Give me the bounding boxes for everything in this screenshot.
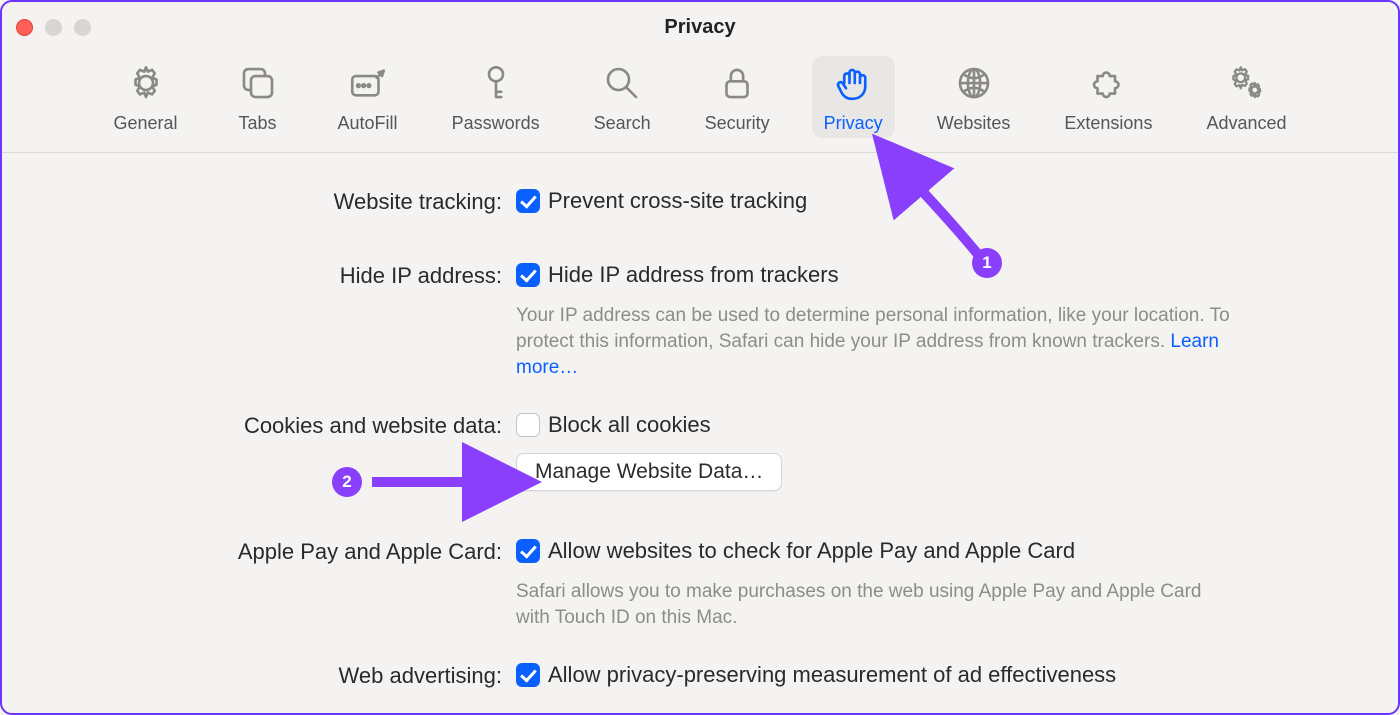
tab-extensions[interactable]: Extensions: [1052, 56, 1164, 138]
window-zoom-button[interactable]: [74, 19, 91, 36]
search-icon: [600, 62, 644, 109]
key-icon: [474, 62, 518, 109]
checkbox-label: Hide IP address from trackers: [548, 261, 839, 289]
apple-pay-description: Safari allows you to make purchases on t…: [516, 579, 1236, 631]
checkbox-apple-pay[interactable]: [516, 539, 540, 563]
tab-label: AutoFill: [338, 113, 398, 134]
label-website-tracking: Website tracking:: [82, 187, 502, 215]
tab-privacy[interactable]: Privacy: [812, 56, 895, 138]
label-apple-pay: Apple Pay and Apple Card:: [82, 537, 502, 565]
checkbox-label: Allow websites to check for Apple Pay an…: [548, 537, 1075, 565]
annotation-badge-1: 1: [972, 248, 1002, 278]
checkbox-block-all-cookies[interactable]: [516, 413, 540, 437]
label-cookies: Cookies and website data:: [82, 411, 502, 439]
globe-icon: [952, 62, 996, 109]
tab-label: Security: [705, 113, 770, 134]
preferences-toolbar: General Tabs AutoFill Passwords: [2, 52, 1398, 153]
hide-ip-description: Your IP address can be used to determine…: [516, 303, 1236, 381]
tab-tabs[interactable]: Tabs: [220, 56, 296, 138]
tab-label: Passwords: [452, 113, 540, 134]
traffic-lights: [16, 19, 91, 36]
checkbox-label: Block all cookies: [548, 411, 711, 439]
label-web-advertising: Web advertising:: [82, 661, 502, 689]
tab-security[interactable]: Security: [693, 56, 782, 138]
manage-website-data-button[interactable]: Manage Website Data…: [516, 453, 782, 491]
tab-autofill[interactable]: AutoFill: [326, 56, 410, 138]
tab-label: Advanced: [1206, 113, 1286, 134]
tab-label: Tabs: [239, 113, 277, 134]
window-title: Privacy: [2, 16, 1398, 39]
privacy-pane: Website tracking: Prevent cross-site tra…: [2, 153, 1398, 689]
titlebar: Privacy: [2, 2, 1398, 52]
gear-icon: [124, 62, 168, 109]
tab-label: Search: [594, 113, 651, 134]
tab-general[interactable]: General: [101, 56, 189, 138]
lock-icon: [715, 62, 759, 109]
label-hide-ip: Hide IP address:: [82, 261, 502, 289]
tabs-icon: [236, 62, 280, 109]
window-minimize-button[interactable]: [45, 19, 62, 36]
checkbox-hide-ip-address[interactable]: [516, 263, 540, 287]
gears-icon: [1224, 62, 1268, 109]
tab-label: Extensions: [1064, 113, 1152, 134]
tab-label: General: [113, 113, 177, 134]
puzzle-icon: [1086, 62, 1130, 109]
checkbox-label: Prevent cross-site tracking: [548, 187, 807, 215]
checkbox-prevent-cross-site-tracking[interactable]: [516, 189, 540, 213]
tab-label: Privacy: [824, 113, 883, 134]
hand-icon: [831, 62, 875, 109]
tab-passwords[interactable]: Passwords: [440, 56, 552, 138]
annotation-badge-2: 2: [332, 467, 362, 497]
tab-advanced[interactable]: Advanced: [1194, 56, 1298, 138]
window-close-button[interactable]: [16, 19, 33, 36]
tab-search[interactable]: Search: [582, 56, 663, 138]
checkbox-web-advertising[interactable]: [516, 663, 540, 687]
tab-websites[interactable]: Websites: [925, 56, 1023, 138]
checkbox-label: Allow privacy-preserving measurement of …: [548, 661, 1116, 689]
tab-label: Websites: [937, 113, 1011, 134]
autofill-icon: [346, 62, 390, 109]
